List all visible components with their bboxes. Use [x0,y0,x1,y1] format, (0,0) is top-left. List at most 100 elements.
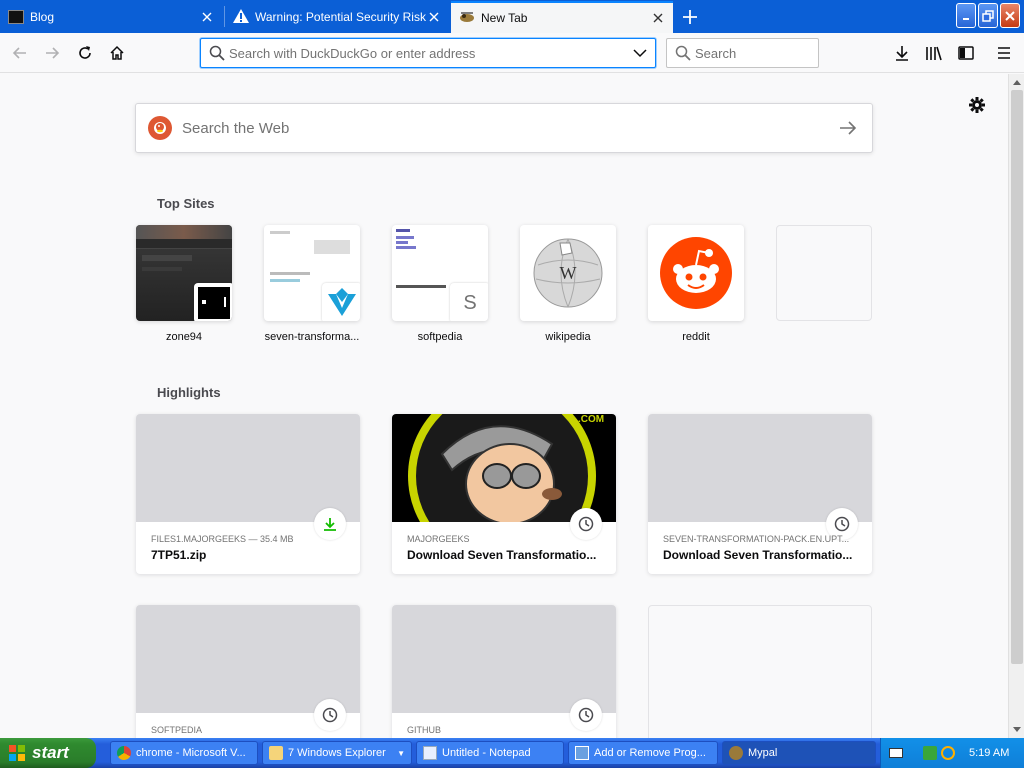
site-screenshot: S [392,225,488,321]
top-site-label: softpedia [417,331,463,343]
card-preview [136,605,360,713]
top-site-label: wikipedia [545,331,591,343]
top-site-empty-slot[interactable] [776,225,872,331]
card-source: SEVEN-TRANSFORMATION-PACK.EN.UPT... [663,534,850,544]
system-tray: 5:19 AM [880,738,1024,768]
blog-favicon-icon [8,10,24,24]
chevron-down-icon: ▼ [397,748,405,758]
sidebar-toggle-button[interactable] [952,39,980,67]
card-title: Download Seven Transformatio... [663,548,853,562]
programs-icon [575,746,589,760]
close-tab-icon[interactable] [427,10,441,24]
highlights-heading: Highlights [157,385,221,400]
duckduckgo-logo-icon [148,116,172,140]
windows-taskbar: start chrome - Microsoft V... 7 Windows … [0,738,1024,768]
taskbar-item-notepad[interactable]: Untitled - Notepad [416,741,564,765]
search-input[interactable] [691,45,801,61]
start-button[interactable]: start [0,738,96,768]
keyboard-icon[interactable] [889,748,903,758]
tab-title: Blog [30,10,55,24]
minimize-icon [963,17,969,20]
notepad-icon [423,746,437,760]
menu-button[interactable] [990,39,1018,67]
card-preview [136,414,360,522]
tab-new-tab[interactable]: New Tab [451,1,673,33]
mypal-favicon-icon [459,10,475,27]
restore-window-button[interactable] [978,3,998,28]
back-button[interactable] [6,39,34,67]
highlight-card[interactable]: GITHUB [392,605,616,738]
taskbar-item-add-remove-programs[interactable]: Add or Remove Prog... [568,741,718,765]
highlight-card[interactable]: .COM MAJORGEEKS Download Seven Transform… [392,414,616,574]
card-title: 7TP51.zip [151,548,207,562]
close-tab-icon[interactable] [651,11,665,25]
download-arrow-icon [896,46,908,61]
close-tab-icon[interactable] [200,10,214,24]
address-bar[interactable] [200,38,656,68]
zone94-logo-icon [194,283,232,321]
card-source: MAJORGEEKS [407,534,470,544]
mypal-icon [729,746,743,760]
downloads-button[interactable] [888,39,916,67]
chrome-icon [117,746,131,760]
top-site-tile[interactable]: zone94 [136,225,232,343]
tab-blog[interactable]: Blog [0,1,222,33]
top-site-tile[interactable]: reddit [648,225,744,343]
library-button[interactable] [920,39,948,67]
tab-title: New Tab [481,11,528,25]
taskbar-item-mypal[interactable]: Mypal [722,741,876,765]
svg-text:.COM: .COM [578,414,604,425]
windows-logo-icon [8,744,26,762]
top-site-tile[interactable]: W wikipedia [520,225,616,343]
top-site-label: reddit [682,331,710,343]
arrow-left-icon [12,47,26,59]
restore-icon [982,9,994,22]
home-icon [110,45,124,60]
navigation-toolbar [0,33,1024,73]
forward-button[interactable] [38,39,66,67]
gear-icon [969,97,985,113]
taskbar-item-chrome[interactable]: chrome - Microsoft V... [110,741,258,765]
close-icon [1005,10,1015,21]
card-source: FILES1.MAJORGEEKS — 35.4 MB [151,534,294,544]
home-button[interactable] [103,39,131,67]
minimize-window-button[interactable] [956,3,976,28]
scrollbar-thumb[interactable] [1011,90,1023,664]
new-tab-button[interactable] [676,4,704,30]
new-tab-page: Top Sites zone94 seven-tr [0,74,1008,738]
highlight-card[interactable]: SEVEN-TRANSFORMATION-PACK.EN.UPT... Down… [648,414,872,574]
search-icon [209,45,225,61]
web-search-input[interactable] [182,119,830,137]
card-preview [392,605,616,713]
page-scrollbar[interactable] [1008,74,1024,738]
highlight-card[interactable]: FILES1.MAJORGEEKS — 35.4 MB 7TP51.zip [136,414,360,574]
chevron-down-icon[interactable] [633,48,647,58]
tab-title: Warning: Potential Security Risk A [255,10,427,24]
search-submit-button[interactable] [830,110,866,146]
highlight-card[interactable]: SOFTPEDIA [136,605,360,738]
search-bar[interactable] [666,38,819,68]
taskbar-item-explorer[interactable]: 7 Windows Explorer ▼ [262,741,412,765]
top-site-tile[interactable]: S softpedia [392,225,488,343]
customize-settings-button[interactable] [966,94,988,116]
web-search-box[interactable] [135,103,873,153]
wikipedia-globe-icon: W [520,225,616,321]
top-site-tile[interactable]: seven-transforma... [264,225,360,343]
reload-button[interactable] [71,39,99,67]
svg-text:W: W [560,263,577,283]
warning-icon [233,8,249,26]
sidebar-icon [958,46,974,60]
scroll-down-arrow-icon[interactable] [1009,722,1024,738]
search-tray-icon[interactable] [941,746,955,760]
address-input[interactable] [225,39,617,67]
top-site-label: seven-transforma... [264,331,360,343]
close-window-button[interactable] [1000,3,1020,28]
tab-security-warning[interactable]: Warning: Potential Security Risk A [225,1,449,33]
card-source: GITHUB [407,725,442,735]
site-screenshot [136,225,232,321]
search-icon [675,45,691,61]
arrow-right-icon [840,121,857,135]
network-icon[interactable] [923,746,937,760]
scroll-up-arrow-icon[interactable] [1009,74,1024,90]
folder-icon [269,746,283,760]
